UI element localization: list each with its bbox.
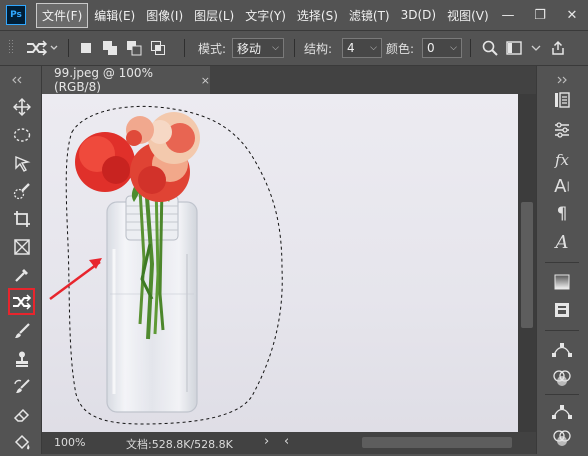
menu-edit[interactable]: 编辑(E) [89, 4, 140, 27]
menu-3d[interactable]: 3D(D) [396, 5, 441, 25]
close-button[interactable]: ✕ [556, 0, 588, 30]
adjustments-icon[interactable] [547, 118, 577, 142]
status-next-arrow[interactable]: › [264, 434, 269, 449]
marquee-tool-icon[interactable] [9, 122, 35, 148]
menu-layer[interactable]: 图层(L) [189, 4, 239, 27]
carnation-bottle-photo [49, 105, 283, 425]
eraser-tool-icon[interactable] [9, 402, 35, 428]
document-tab[interactable]: 99.jpeg @ 100%(RGB/8) × [42, 66, 210, 94]
menu-select[interactable]: 选择(S) [292, 4, 343, 27]
color-value: 0 [427, 41, 435, 55]
menu-type[interactable]: 文字(Y) [240, 4, 291, 27]
restore-button[interactable]: ❐ [524, 0, 556, 30]
content-aware-move-tool-icon[interactable] [8, 288, 35, 315]
chevron-down-icon: ⌵ [272, 43, 279, 53]
clone-stamp-tool-icon[interactable] [9, 346, 35, 372]
gradient-icon[interactable] [547, 270, 577, 294]
paint-bucket-tool-icon[interactable] [9, 430, 35, 456]
menu-image[interactable]: 图像(I) [141, 4, 188, 27]
paragraph-icon[interactable]: ¶ [547, 202, 577, 226]
document-info: 文档:528.8K/528.8K [126, 438, 233, 451]
new-selection-icon[interactable] [78, 40, 94, 56]
menu-bar: Ps 文件(F) 编辑(E) 图像(I) 图层(L) 文字(Y) 选择(S) 滤… [0, 0, 588, 30]
libraries-icon[interactable] [547, 298, 577, 322]
window-controls: — ❐ ✕ [492, 0, 588, 30]
color-label: 颜色: [386, 41, 415, 56]
zoom-level[interactable]: 100% [54, 436, 85, 449]
chevron-down-icon: ⌵ [450, 43, 457, 53]
document-tab-title: 99.jpeg @ 100%(RGB/8) [54, 66, 153, 94]
right-panels: fx A | ¶ A [536, 66, 588, 454]
status-bar: 100% 文档:528.8K/528.8K › ‹ [42, 432, 536, 454]
eyedropper-tool-icon[interactable] [9, 262, 35, 288]
character-icon[interactable]: A | [547, 174, 577, 198]
channels-icon[interactable] [547, 366, 577, 390]
vertical-scrollbar[interactable] [518, 94, 536, 432]
crop-tool-icon[interactable] [9, 206, 35, 232]
scroll-left-arrow[interactable]: ‹ [284, 434, 289, 449]
workspace-icon[interactable] [506, 40, 522, 56]
photo-image [42, 94, 518, 432]
scroll-thumb[interactable] [521, 202, 533, 328]
mode-label: 模式: [198, 41, 227, 56]
structure-value: 4 [347, 41, 355, 55]
tool-preset-picker[interactable] [24, 31, 58, 65]
lasso-tool-icon[interactable] [9, 150, 35, 176]
channels2-icon[interactable] [547, 426, 577, 450]
menu-filter[interactable]: 滤镜(T) [344, 4, 395, 27]
collapse-icon[interactable] [10, 69, 32, 84]
glyphs-icon[interactable]: A [547, 230, 577, 254]
subtract-from-selection-icon[interactable] [126, 40, 142, 56]
move-tool-icon[interactable] [9, 94, 35, 120]
document-canvas[interactable] [42, 94, 518, 432]
expand-icon[interactable] [555, 69, 571, 88]
tools-panel [0, 66, 42, 454]
history-brush-tool-icon[interactable] [9, 374, 35, 400]
structure-select[interactable]: 4 ⌵ [342, 38, 382, 58]
paths2-icon[interactable] [547, 400, 577, 424]
options-bar: 模式: 移动 ⌵ 结构: 4 ⌵ 颜色: 0 ⌵ [0, 30, 588, 66]
add-to-selection-icon[interactable] [102, 40, 118, 56]
content-aware-move-icon [27, 40, 58, 56]
paths-icon[interactable] [547, 338, 577, 362]
intersect-selection-icon[interactable] [150, 40, 166, 56]
search-icon[interactable] [482, 40, 498, 56]
menu-view[interactable]: 视图(V) [442, 4, 494, 27]
frame-tool-icon[interactable] [9, 234, 35, 260]
document-tabs: 99.jpeg @ 100%(RGB/8) × [42, 66, 536, 94]
color-select[interactable]: 0 ⌵ [422, 38, 462, 58]
menu-file[interactable]: 文件(F) [36, 2, 89, 28]
mode-select-value: 移动 [237, 41, 262, 56]
options-handle-icon [8, 31, 14, 65]
horizontal-scroll-thumb[interactable] [362, 437, 512, 448]
fx-styles-icon[interactable]: fx [547, 148, 577, 172]
brush-tool-icon[interactable] [9, 318, 35, 344]
chevron-down-icon: ⌵ [370, 43, 377, 53]
selection-mode-group [78, 31, 166, 65]
close-tab-icon[interactable]: × [201, 74, 210, 87]
history-icon[interactable] [547, 88, 577, 112]
photoshop-logo-icon: Ps [6, 5, 26, 25]
mode-select[interactable]: 移动 ⌵ [232, 38, 284, 58]
minimize-button[interactable]: — [492, 0, 524, 30]
share-icon[interactable] [550, 40, 566, 56]
structure-label: 结构: [304, 41, 333, 56]
quick-selection-tool-icon[interactable] [9, 178, 35, 204]
chevron-down-icon[interactable] [530, 40, 542, 56]
